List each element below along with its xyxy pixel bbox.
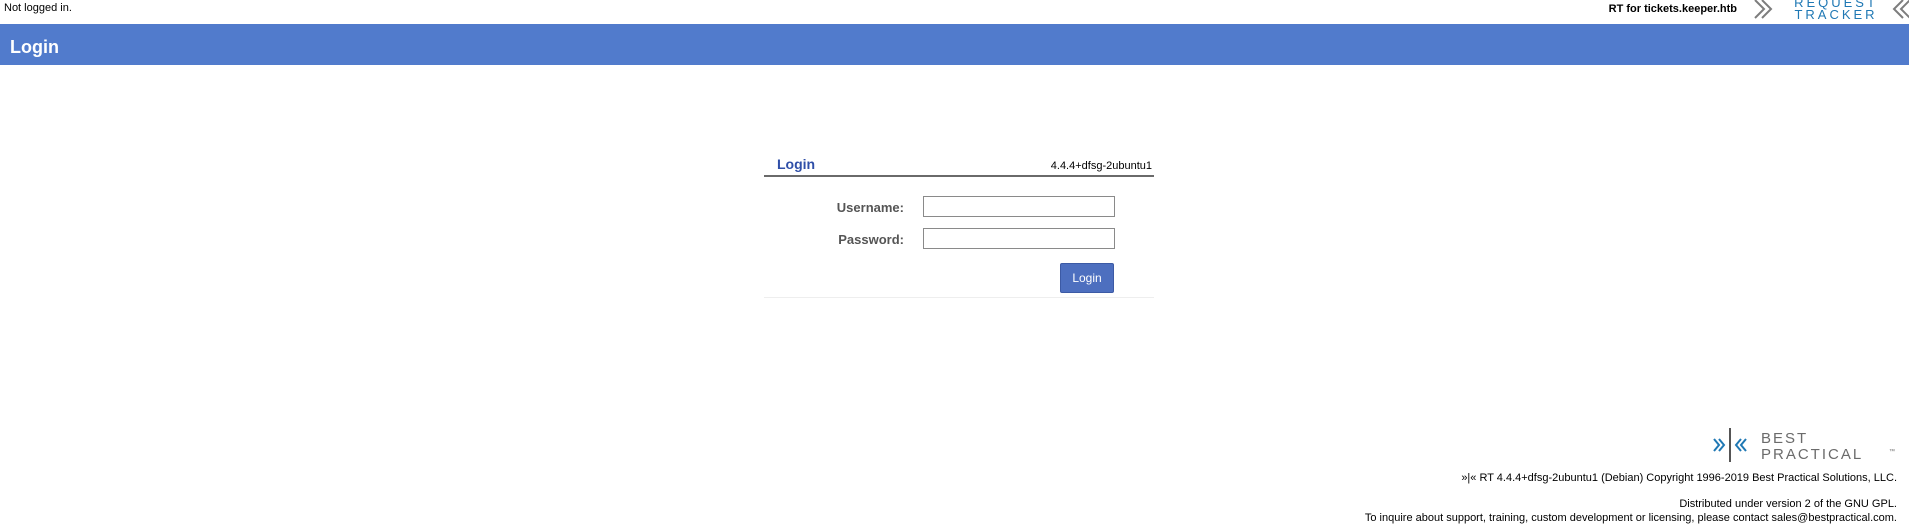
login-box-titlebar: Login 4.4.4+dfsg-2ubuntu1 <box>764 155 1154 177</box>
logo-text-practical: PRACTICAL <box>1761 446 1863 463</box>
login-box-title: Login <box>777 156 816 172</box>
copyright-text: »|« RT 4.4.4+dfsg-2ubuntu1 (Debian) Copy… <box>1461 472 1897 484</box>
login-box-divider <box>764 297 1154 298</box>
rt-version: 4.4.4+dfsg-2ubuntu1 <box>1050 160 1152 172</box>
page-header: Login <box>0 24 1909 65</box>
username-label: Username: <box>836 200 904 215</box>
login-button[interactable]: Login <box>1060 263 1114 293</box>
page-title: Login <box>10 37 59 57</box>
login-form: Login 4.4.4+dfsg-2ubuntu1 Username: Pass… <box>764 155 1154 298</box>
best-practical-logo[interactable]: BEST PRACTICAL ™ <box>1713 427 1897 463</box>
login-status: Not logged in. <box>4 2 72 14</box>
logo-trademark: ™ <box>1889 448 1895 455</box>
username-row: Username: <box>764 196 1154 218</box>
password-label: Password: <box>838 232 904 247</box>
chevron-right-icon <box>1754 0 1773 19</box>
logo-text-tracker: TRACKER <box>1794 7 1877 22</box>
username-input[interactable] <box>923 196 1115 217</box>
password-input[interactable] <box>923 228 1115 249</box>
request-tracker-logo[interactable]: REQUEST TRACKER <box>1751 0 1909 22</box>
logo-text-best: BEST <box>1761 430 1808 447</box>
contact-text: To inquire about support, training, cust… <box>1364 512 1897 524</box>
password-row: Password: <box>764 228 1154 250</box>
rt-instance-name: RT for tickets.keeper.htb <box>1608 3 1737 15</box>
chevron-left-icon <box>1892 0 1909 19</box>
license-text: Distributed under version 2 of the GNU G… <box>1679 498 1897 510</box>
top-bar: Not logged in. RT for tickets.keeper.htb… <box>0 0 1909 24</box>
